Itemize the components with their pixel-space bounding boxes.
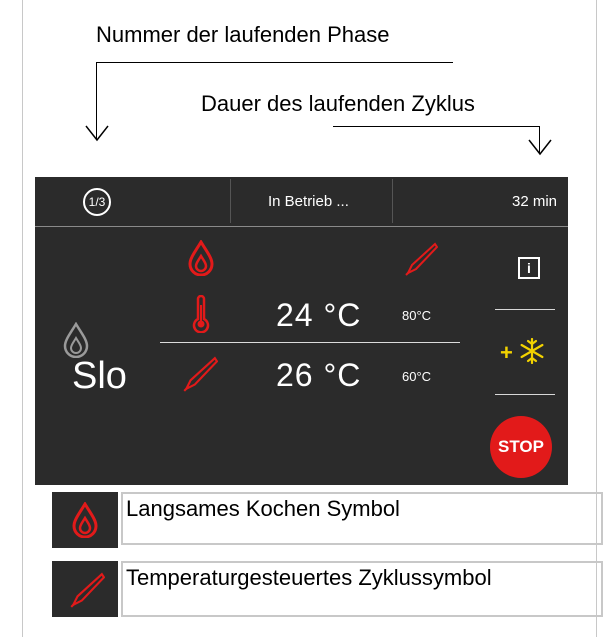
probe-icon xyxy=(70,572,105,608)
legend-text: Temperaturgesteuertes Zyklussymbol xyxy=(121,561,603,617)
header-bottom-line xyxy=(35,226,568,227)
legend-row: Temperaturgesteuertes Zyklussymbol xyxy=(52,561,605,617)
readings-divider xyxy=(160,342,460,343)
annotation-line-phase xyxy=(96,62,453,63)
phase-indicator: 1/3 xyxy=(83,188,111,216)
probe-temperature: 26 °C xyxy=(276,357,362,393)
stop-button[interactable]: STOP xyxy=(490,416,552,478)
device-screen: 1/3 In Betrieb ... 32 min 24 °C 80°C 26 … xyxy=(35,177,568,485)
snowflake-icon[interactable] xyxy=(519,338,545,364)
legend-icon-box xyxy=(52,561,118,617)
core-temperature: 24 °C xyxy=(276,297,362,333)
header-divider xyxy=(392,179,393,223)
annotation-line-duration xyxy=(333,126,540,127)
legend-row: Langsames Kochen Symbol xyxy=(52,492,605,548)
legend-text: Langsames Kochen Symbol xyxy=(121,492,603,545)
cycle-duration: 32 min xyxy=(512,192,558,210)
mode-label: Slo xyxy=(72,355,127,397)
slow-cook-drop-icon xyxy=(72,502,98,538)
arrow-down-icon xyxy=(85,125,109,142)
slow-cook-drop-icon xyxy=(188,240,214,276)
status-text: In Betrieb ... xyxy=(268,192,349,210)
sidebar-divider xyxy=(495,394,555,395)
arrow-down-icon xyxy=(528,139,552,156)
probe-icon xyxy=(183,356,218,392)
legend-icon-box xyxy=(52,492,118,548)
sidebar-divider xyxy=(495,309,555,310)
plus-button[interactable]: + xyxy=(500,340,513,366)
annotation-phase-number: Nummer der laufenden Phase xyxy=(96,22,390,47)
info-button[interactable]: i xyxy=(518,257,540,279)
core-target-temperature: 80°C xyxy=(402,308,432,323)
thermometer-icon xyxy=(192,295,210,333)
probe-icon xyxy=(405,242,438,276)
probe-target-temperature: 60°C xyxy=(402,369,432,384)
slow-cook-drop-icon xyxy=(63,322,89,358)
annotation-cycle-duration: Dauer des laufenden Zyklus xyxy=(201,91,475,116)
header-divider xyxy=(230,179,231,223)
